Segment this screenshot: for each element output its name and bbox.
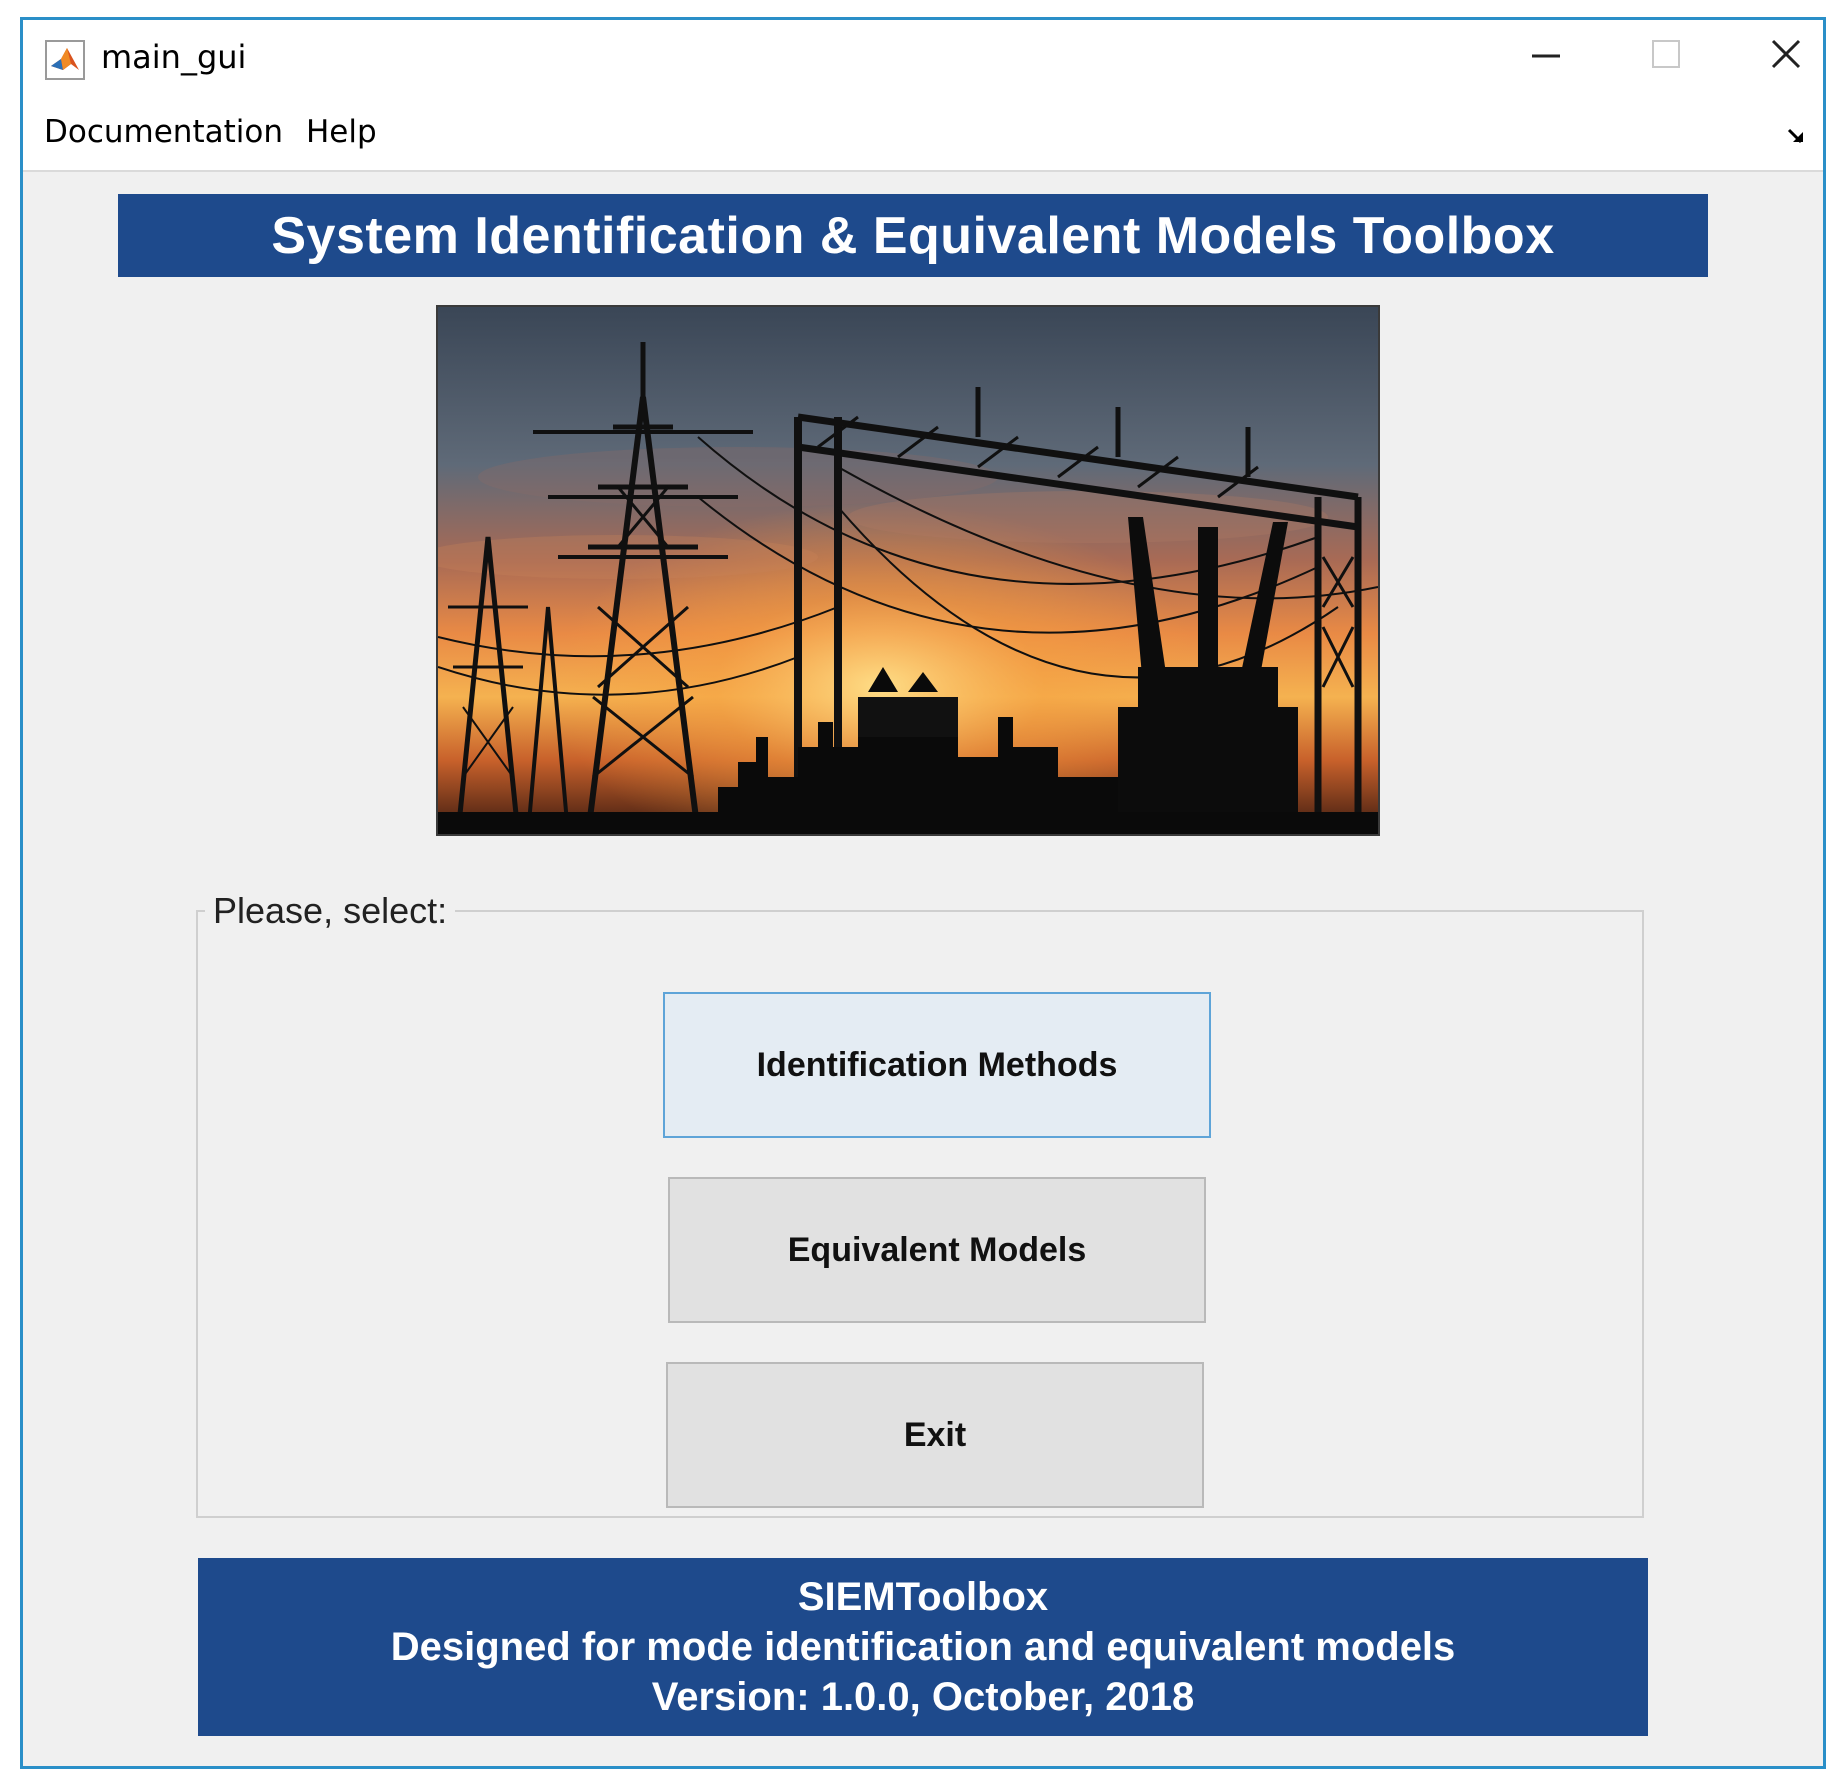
identification-methods-button[interactable]: Identification Methods — [663, 992, 1211, 1138]
equivalent-models-button[interactable]: Equivalent Models — [668, 1177, 1206, 1323]
menu-bar: Documentation Help — [23, 92, 1823, 172]
header-banner: System Identification & Equivalent Model… — [118, 194, 1708, 277]
app-title: System Identification & Equivalent Model… — [271, 206, 1555, 265]
undock-arrow-icon[interactable] — [1785, 124, 1809, 148]
panel-legend: Please, select: — [205, 890, 456, 932]
hero-image — [436, 305, 1380, 836]
footer-version: Version: 1.0.0, October, 2018 — [651, 1675, 1195, 1719]
footer-banner: SIEMToolbox Designed for mode identifica… — [198, 1558, 1648, 1736]
matlab-app-icon — [45, 40, 85, 80]
exit-button[interactable]: Exit — [666, 1362, 1204, 1508]
main-window: main_gui Documentation Help System Ident… — [20, 17, 1826, 1769]
title-bar[interactable]: main_gui — [23, 20, 1823, 92]
footer-product-name: SIEMToolbox — [797, 1575, 1049, 1619]
maximize-icon[interactable] — [1636, 30, 1696, 80]
footer-description: Designed for mode identification and equ… — [390, 1625, 1456, 1669]
menu-documentation[interactable]: Documentation — [44, 114, 283, 150]
menu-help[interactable]: Help — [306, 114, 377, 150]
close-icon[interactable] — [1756, 30, 1816, 80]
window-title: main_gui — [101, 38, 247, 76]
minimize-icon[interactable] — [1516, 30, 1576, 80]
